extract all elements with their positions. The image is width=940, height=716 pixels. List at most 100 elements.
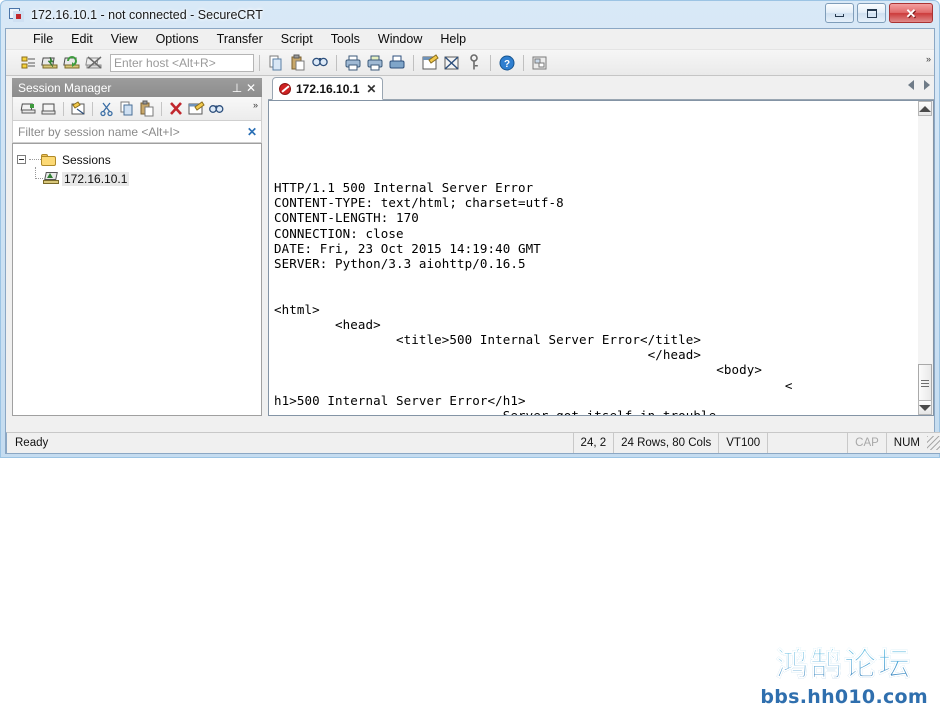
menu-window[interactable]: Window [369,30,431,48]
session-options-icon[interactable] [420,53,440,73]
host-input[interactable]: Enter host <Alt+R> [110,53,254,72]
tile-windows-icon[interactable] [530,53,550,73]
tree-node-label: 172.16.10.1 [62,171,130,186]
close-icon: ✕ [905,5,917,21]
watermark-url-text: bbs.hh010.com [760,686,928,708]
terminal-area: 172.16.10.1 ✕ HTTP/1.1 500 Internal Serv… [268,76,934,420]
menu-script[interactable]: Script [272,30,322,48]
properties-icon[interactable] [187,100,205,118]
close-icon[interactable]: ✕ [244,81,258,95]
session-filter-bar: Filter by session name <Alt+I> ✕ [12,121,262,143]
clear-filter-icon[interactable]: ✕ [247,125,257,139]
terminal-screen[interactable]: HTTP/1.1 500 Internal Server Error CONTE… [268,100,920,416]
tab-strip: 172.16.10.1 ✕ [268,76,934,100]
pin-icon[interactable]: ⊥ [230,81,244,95]
securecrt-window: 172.16.10.1 - not connected - SecureCRT … [0,0,940,458]
print-icon[interactable] [343,53,363,73]
tree-connector [31,167,43,188]
menu-file[interactable]: File [24,30,62,48]
session-manager-header: Session Manager ⊥ ✕ [12,78,262,97]
title-bar: 172.16.10.1 - not connected - SecureCRT … [5,2,935,28]
securecrt-app-icon [9,7,25,23]
window-title: 172.16.10.1 - not connected - SecureCRT [31,8,263,22]
help-icon[interactable]: ? [497,53,517,73]
session-toolbar-overflow-button[interactable]: » [253,100,258,110]
menu-tools[interactable]: Tools [322,30,369,48]
chevron-down-icon [919,404,931,411]
menu-bar: File Edit View Options Transfer Script T… [6,29,934,50]
main-toolbar: Enter host <Alt+R> ? » [6,50,934,76]
menu-help[interactable]: Help [431,30,475,48]
minimize-button[interactable] [825,3,854,23]
new-session-icon[interactable] [20,100,38,118]
toolbar-separator [161,101,162,116]
workspace: Session Manager ⊥ ✕ » Filter by session … [6,76,934,432]
session-manager-panel: Session Manager ⊥ ✕ » Filter by session … [12,78,262,418]
tab-label: 172.16.10.1 [296,81,360,96]
menu-edit[interactable]: Edit [62,30,102,48]
grip-icon [921,379,929,387]
resize-grip-icon[interactable] [927,436,940,450]
delete-icon[interactable] [167,100,185,118]
toolbar-overflow-button[interactable]: » [926,54,931,64]
new-folder-icon[interactable] [40,100,58,118]
find-icon[interactable] [207,100,225,118]
tree-node-session[interactable]: 172.16.10.1 [17,167,257,188]
scroll-up-button[interactable] [918,101,932,116]
tree-node-sessions[interactable]: Sessions [17,150,257,169]
paste-icon[interactable] [138,100,156,118]
menu-options[interactable]: Options [147,30,208,48]
toolbar-separator [336,54,337,71]
scrollbar-track[interactable] [918,116,932,402]
toolbar-separator [413,54,414,71]
scrollbar-thumb[interactable] [918,364,932,402]
minimize-icon [835,14,844,17]
session-tree[interactable]: Sessions 172.16.10.1 [12,143,262,416]
menu-view[interactable]: View [102,30,147,48]
copy-icon[interactable] [266,53,286,73]
reconnect-icon[interactable] [63,53,83,73]
toolbar-separator [63,101,64,116]
forum-watermark: 鸿鹄论坛 bbs.hh010.com [760,639,928,708]
connect-in-tab-icon[interactable] [69,100,87,118]
copy-icon[interactable] [118,100,136,118]
maximize-icon [866,8,877,18]
session-filter-input[interactable]: Filter by session name <Alt+I> [18,125,247,139]
paste-icon[interactable] [288,53,308,73]
close-button[interactable]: ✕ [889,3,933,23]
status-caps-lock: CAP [847,433,886,453]
toolbar-separator [259,54,260,71]
status-bar: Ready 24, 2 24 Rows, 80 Cols VT100 CAP N… [6,432,940,454]
tree-node-label: Sessions [62,152,111,167]
tab-prev-icon[interactable] [908,80,914,90]
svg-text:?: ? [504,59,510,70]
maximize-button[interactable] [857,3,886,23]
status-ready: Ready [15,437,49,449]
disconnected-icon [279,82,291,95]
scroll-down-button[interactable] [918,400,932,415]
close-icon[interactable]: ✕ [364,82,376,96]
tab-navigation [908,80,930,90]
print-screen-icon[interactable] [387,53,407,73]
global-options-icon[interactable] [442,53,462,73]
tab-next-icon[interactable] [924,80,930,90]
session-manager-icon[interactable] [19,53,39,73]
terminal-tab-172-16-10-1[interactable]: 172.16.10.1 ✕ [272,77,384,100]
status-cursor-position: 24, 2 [572,433,614,453]
connect-icon[interactable] [41,53,61,73]
disconnect-icon[interactable] [85,53,105,73]
key-icon[interactable] [464,53,484,73]
status-num-lock: NUM [885,433,927,453]
menu-transfer[interactable]: Transfer [208,30,272,48]
session-manager-toolbar: » [12,97,262,121]
find-icon[interactable] [310,53,330,73]
terminal-scrollbar[interactable] [918,100,934,416]
tree-connector [29,159,41,160]
status-spacer [767,433,847,453]
toolbar-separator [490,54,491,71]
log-session-icon[interactable] [365,53,385,73]
collapse-expander-icon[interactable] [17,155,26,164]
folder-icon [41,153,56,166]
cut-icon[interactable] [98,100,116,118]
watermark-chinese-text: 鸿鹄论坛 [760,639,928,685]
